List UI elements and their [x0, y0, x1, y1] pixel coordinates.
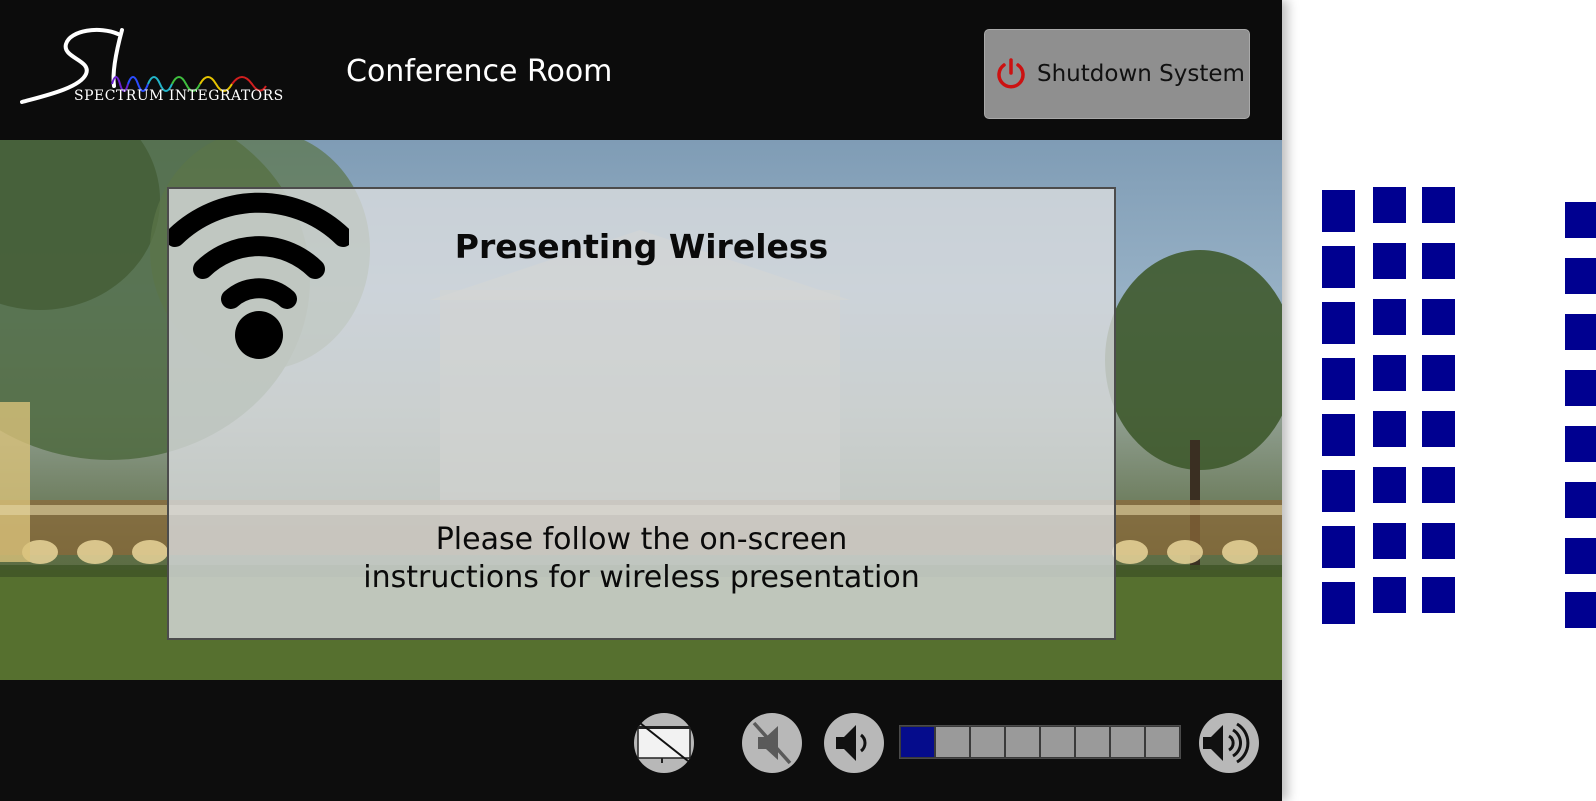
volume-level-bar[interactable]: [899, 725, 1181, 759]
block: [1565, 426, 1596, 462]
block: [1373, 299, 1406, 335]
block: [1322, 190, 1355, 232]
block: [1322, 526, 1355, 568]
wifi-icon: [169, 192, 349, 359]
block: [1565, 370, 1596, 406]
volume-segment: [936, 727, 969, 757]
block: [1565, 314, 1596, 350]
block: [1373, 355, 1406, 391]
block: [1373, 577, 1406, 613]
block: [1322, 358, 1355, 400]
block: [1373, 243, 1406, 279]
block: [1565, 258, 1596, 294]
dialog-instructions-line-1: Please follow the on-screen: [435, 522, 848, 557]
block: [1322, 302, 1355, 344]
power-icon: [997, 58, 1025, 89]
touch-panel: SPECTRUM INTEGRATORS Conference Room Shu…: [0, 0, 1282, 801]
block: [1322, 582, 1355, 624]
block: [1373, 187, 1406, 223]
block: [1422, 243, 1455, 279]
block: [1422, 577, 1455, 613]
block: [1422, 523, 1455, 559]
display-off-icon: [637, 722, 691, 763]
block: [1422, 411, 1455, 447]
presenting-wireless-dialog: Presenting Wireless Please follow the on…: [167, 187, 1116, 640]
block: [1322, 246, 1355, 288]
volume-down-icon: [836, 725, 867, 761]
block: [1373, 523, 1406, 559]
block: [1373, 411, 1406, 447]
volume-segment: [1076, 727, 1109, 757]
header-bar: SPECTRUM INTEGRATORS Conference Room Shu…: [0, 0, 1282, 140]
block: [1422, 299, 1455, 335]
background-scene: Presenting Wireless Please follow the on…: [0, 140, 1282, 680]
spectrum-integrators-logo: SPECTRUM INTEGRATORS: [20, 22, 283, 112]
dialog-instructions: Please follow the on-screen instructions…: [169, 521, 1114, 597]
shutdown-button[interactable]: Shutdown System: [984, 29, 1250, 119]
volume-segment: [1111, 727, 1144, 757]
block: [1322, 470, 1355, 512]
block: [1422, 187, 1455, 223]
block: [1565, 482, 1596, 518]
block: [1322, 414, 1355, 456]
mute-button[interactable]: [742, 713, 802, 773]
block: [1422, 355, 1455, 391]
volume-segment: [1146, 727, 1179, 757]
block: [1565, 202, 1596, 238]
shutdown-label: Shutdown System: [1037, 61, 1245, 87]
dialog-instructions-line-2: instructions for wireless presentation: [363, 560, 920, 595]
room-title: Conference Room: [346, 54, 613, 89]
volume-segment: [1006, 727, 1039, 757]
volume-down-button[interactable]: [824, 713, 884, 773]
footer-bar: [0, 680, 1282, 801]
volume-up-icon: [1203, 722, 1250, 764]
block: [1565, 592, 1596, 628]
mute-icon: [752, 721, 792, 765]
block: [1422, 467, 1455, 503]
block: [1565, 538, 1596, 574]
volume-segment: [971, 727, 1004, 757]
block: [1373, 467, 1406, 503]
logo-text: SPECTRUM INTEGRATORS: [74, 88, 284, 104]
volume-segment: [1041, 727, 1074, 757]
volume-segment: [901, 727, 934, 757]
display-off-button[interactable]: [634, 713, 694, 773]
volume-up-button[interactable]: [1199, 713, 1259, 773]
